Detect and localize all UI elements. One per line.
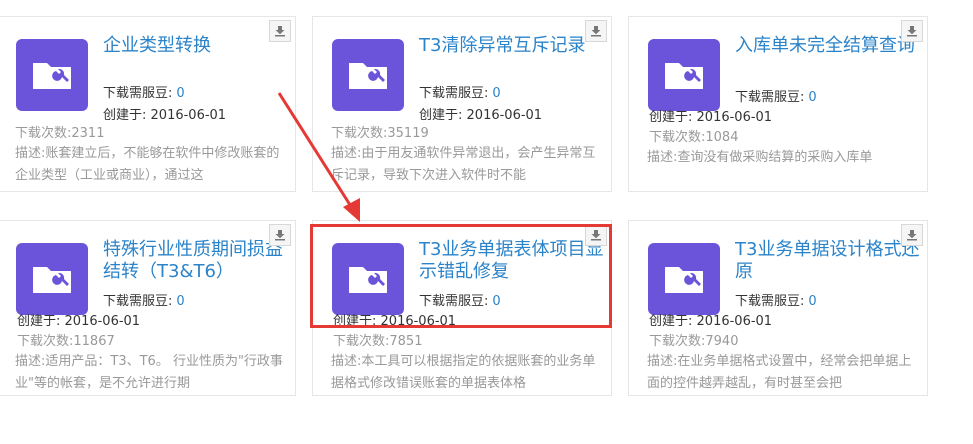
card-description: 描述:适用产品：T3、T6。 行业性质为"行政事业"等的帐套，是不允许进行期: [15, 354, 283, 391]
price-line: 下载需服豆: 0: [735, 90, 817, 105]
tool-card[interactable]: T3清除异常互斥记录 下载需服豆: 0 创建于: 2016-06-01 下载次数:…: [312, 16, 612, 192]
tool-card[interactable]: 入库单未完全结算查询 下载需服豆: 0 创建于: 2016-06-01 下载次数:…: [628, 16, 928, 192]
folder-wrench-icon[interactable]: [332, 39, 404, 111]
downloads-line: 下载次数:7851: [333, 334, 423, 349]
downloads-line: 下载次数:11867: [17, 334, 115, 349]
downloads-line: 下载次数:7940: [649, 334, 739, 349]
price-line: 下载需服豆: 0: [419, 294, 501, 309]
download-icon[interactable]: [901, 224, 923, 246]
tool-card[interactable]: 企业类型转换 下载需服豆: 0 创建于: 2016-06-01 下载次数:2311…: [0, 16, 296, 192]
downloads-line: 下载次数:2311: [15, 126, 105, 141]
folder-wrench-icon[interactable]: [332, 243, 404, 315]
tool-card[interactable]: 特殊行业性质期间损益结转（T3&T6） 下载需服豆: 0 创建于: 2016-06…: [0, 220, 296, 396]
folder-wrench-icon[interactable]: [648, 243, 720, 315]
download-icon[interactable]: [269, 224, 291, 246]
card-description: 描述:由于用友通软件异常退出，会产生异常互斥记录，导致下次进入软件时不能: [331, 146, 596, 183]
price-line: 下载需服豆: 0: [103, 86, 185, 101]
downloads-line: 下载次数:1084: [649, 130, 739, 145]
created-line: 创建于: 2016-06-01: [649, 110, 773, 125]
created-line: 创建于: 2016-06-01: [17, 314, 141, 329]
download-icon[interactable]: [585, 20, 607, 42]
created-line: 创建于: 2016-06-01: [103, 108, 227, 123]
download-icon[interactable]: [269, 20, 291, 42]
card-description: 描述:在业务单据格式设置中，经常会把单据上面的控件越弄越乱，有时甚至会把: [647, 354, 912, 391]
price-line: 下载需服豆: 0: [103, 294, 185, 309]
created-line: 创建于: 2016-06-01: [649, 314, 773, 329]
downloads-line: 下载次数:35119: [331, 126, 429, 141]
price-line: 下载需服豆: 0: [735, 294, 817, 309]
card-title[interactable]: 企业类型转换: [103, 35, 295, 57]
card-title[interactable]: 特殊行业性质期间损益结转（T3&T6）: [103, 239, 295, 283]
created-line: 创建于: 2016-06-01: [333, 314, 457, 329]
folder-wrench-icon[interactable]: [16, 39, 88, 111]
created-line: 创建于: 2016-06-01: [419, 108, 543, 123]
card-title[interactable]: T3清除异常互斥记录: [419, 35, 611, 57]
tool-card[interactable]: T3业务单据表体项目显示错乱修复 下载需服豆: 0 创建于: 2016-06-01…: [312, 220, 612, 396]
card-title[interactable]: 入库单未完全结算查询: [735, 35, 927, 57]
card-description: 描述:账套建立后，不能够在软件中修改账套的企业类型（工业或商业），通过这: [15, 146, 280, 183]
card-title[interactable]: T3业务单据设计格式还原: [735, 239, 927, 283]
download-icon[interactable]: [901, 20, 923, 42]
price-line: 下载需服豆: 0: [419, 86, 501, 101]
download-icon[interactable]: [585, 224, 607, 246]
card-description: 描述:查询没有做采购结算的采购入库单: [647, 150, 873, 165]
folder-wrench-icon[interactable]: [16, 243, 88, 315]
card-description: 描述:本工具可以根据指定的依据账套的业务单据格式修改错误账套的单据表体格: [331, 354, 596, 391]
tool-card[interactable]: T3业务单据设计格式还原 下载需服豆: 0 创建于: 2016-06-01 下载次…: [628, 220, 928, 396]
card-title[interactable]: T3业务单据表体项目显示错乱修复: [419, 239, 611, 283]
folder-wrench-icon[interactable]: [648, 39, 720, 111]
